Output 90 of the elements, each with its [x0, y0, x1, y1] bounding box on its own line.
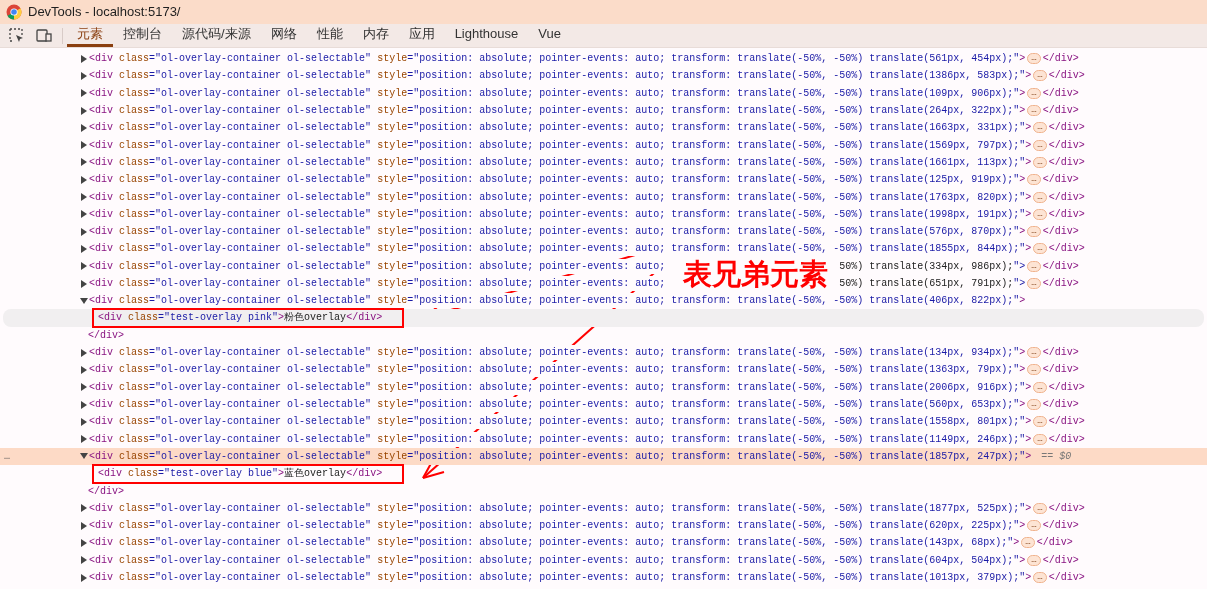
inspect-element-icon[interactable] [9, 28, 24, 43]
collapsed-content-badge[interactable]: … [1033, 502, 1047, 514]
panel-tab[interactable]: 性能 [306, 24, 353, 47]
collapsed-content-badge[interactable]: … [1033, 208, 1047, 220]
annotation-label: 表兄弟元素 [683, 259, 828, 289]
collapsed-content-badge[interactable]: … [1033, 381, 1047, 393]
collapsed-content-badge[interactable]: … [1033, 433, 1047, 445]
element-tag[interactable]: <div class="ol-overlay-container ol-selectable" style="position: absolute; pointer-events: auto; transform: translate(-50%, -50%) translate(604px, 504px);"> [89, 552, 1026, 568]
browser-logo-icon [6, 4, 22, 20]
element-tag[interactable]: <div class="ol-overlay-container ol-selectable" style="position: absolute; pointer-events: auto; transform: translate(-50%, -50%) translate(1149px, 246px);"> [89, 431, 1032, 447]
collapsed-content-badge[interactable]: … [1033, 156, 1047, 168]
element-tag[interactable]: <div class="ol-overlay-container ol-selectable" style="position: absolute; pointer-events: auto; transform: translate(-50%, -50%) translate(1855px, 844px);"> [89, 241, 1032, 257]
collapsed-content-badge[interactable]: … [1033, 139, 1047, 151]
expand-triangle-icon[interactable] [80, 538, 88, 547]
collapsed-content-badge[interactable]: … [1027, 347, 1041, 359]
device-toolbar-icon[interactable] [36, 28, 52, 43]
element-tag[interactable]: 50%) translate(651px, 791px);"> [839, 276, 1026, 291]
collapsed-content-badge[interactable]: … [1027, 226, 1041, 238]
expand-triangle-icon[interactable] [80, 210, 88, 219]
element-tag[interactable]: <div class="ol-overlay-container ol-selectable" style="position: absolute; pointer-events: auto; transform: translate(-50%, -50%) translate(1857px, 247px);"> [89, 448, 1032, 464]
element-tag[interactable]: <div class="ol-overlay-container ol-selectable" style="position: absolute; pointer-events: auto; transform: translate(-50%, -50%) translate(2006px, 916px);"> [89, 379, 1032, 395]
expand-triangle-icon[interactable] [80, 141, 88, 150]
element-tag[interactable]: <div class="test-overlay blue">蓝色overlay</div> [92, 463, 405, 484]
panel-tab[interactable]: 应用 [398, 24, 445, 47]
element-tag[interactable]: <div class="ol-overlay-container ol-selectable" style="position: absolute; pointer-events: auto; transform: translate(-50%, -50%) translate(134px, 934px);"> [89, 345, 1026, 361]
panel-tab[interactable]: 内存 [352, 24, 399, 47]
element-tag[interactable]: <div class="ol-overlay-container ol-selectable" style="position: absolute; pointer-events: auto; transform: translate(-50%, -50%) translate(1569px, 797px);"> [89, 137, 1032, 153]
expand-triangle-icon[interactable] [80, 435, 88, 444]
element-tag[interactable]: <div class="ol-overlay-container ol-selectable" style="position: absolute; pointer-events: auto; [89, 258, 666, 274]
expand-triangle-icon[interactable] [80, 123, 88, 132]
element-tag[interactable]: <div class="ol-overlay-container ol-selectable" style="position: absolute; pointer-events: auto; transform: translate(-50%, -50%) translate(1363px, 79px);"> [89, 362, 1026, 378]
element-tag[interactable]: <div class="ol-overlay-container ol-selectable" style="position: absolute; pointer-events: auto; transform: translate(-50%, -50%) translate(560px, 653px);"> [89, 397, 1026, 413]
collapsed-content-badge[interactable]: … [1033, 416, 1047, 428]
more-options-icon[interactable]: … [4, 448, 10, 464]
expand-triangle-icon[interactable] [80, 89, 88, 98]
panel-tab[interactable]: Vue [528, 24, 571, 47]
panel-tab[interactable]: Lighthouse [444, 24, 529, 47]
expand-triangle-icon[interactable] [80, 556, 88, 565]
collapsed-content-badge[interactable]: … [1027, 364, 1041, 376]
expand-triangle-icon[interactable] [80, 504, 88, 513]
collapse-triangle-icon[interactable] [80, 296, 88, 305]
collapsed-content-badge[interactable]: … [1027, 554, 1041, 566]
collapsed-content-badge[interactable]: … [1033, 191, 1047, 203]
collapsed-content-badge[interactable]: … [1033, 122, 1047, 134]
collapsed-content-badge[interactable]: … [1033, 70, 1047, 82]
panel-tab[interactable]: 网络 [260, 24, 307, 47]
element-tag[interactable]: <div class="ol-overlay-container ol-selectable" style="position: absolute; pointer-events: auto; transform: translate(-50%, -50%) translate(1877px, 525px);"> [89, 500, 1032, 516]
expand-triangle-icon[interactable] [80, 366, 88, 374]
selected-node-marker: == $0 [1041, 449, 1072, 464]
collapsed-content-badge[interactable]: … [1027, 260, 1041, 272]
expand-triangle-icon[interactable] [80, 383, 88, 392]
expand-triangle-icon[interactable] [80, 71, 88, 80]
panel-tab[interactable]: 控制台 [113, 24, 172, 47]
collapsed-content-badge[interactable]: … [1027, 399, 1041, 411]
element-tag[interactable]: <div class="ol-overlay-container ol-selectable" style="position: absolute; pointer-events: auto; transform: translate(-50%, -50%) translate(109px, 906px);"> [89, 85, 1026, 101]
panel-tab[interactable]: 元素 [67, 24, 113, 47]
element-tag[interactable]: <div class="ol-overlay-container ol-selectable" style="position: absolute; pointer-events: auto; transform: translate(-50%, -50%) translate(1763px, 820px);"> [89, 189, 1032, 205]
expand-triangle-icon[interactable] [80, 417, 88, 426]
element-tag[interactable]: 50%) translate(334px, 986px);"> [839, 258, 1026, 274]
expand-triangle-icon[interactable] [80, 175, 88, 184]
expand-triangle-icon[interactable] [80, 193, 88, 201]
expand-triangle-icon[interactable] [80, 262, 88, 271]
element-tag[interactable]: <div class="ol-overlay-container ol-selectable" style="position: absolute; pointer-events: auto; transform: translate(-50%, -50%) translate(1998px, 191px);"> [89, 206, 1032, 222]
element-tag[interactable]: <div class="ol-overlay-container ol-selectable" style="position: absolute; pointer-events: auto; [89, 276, 666, 291]
expand-triangle-icon[interactable] [80, 227, 88, 236]
element-tag[interactable]: <div class="ol-overlay-container ol-selectable" style="position: absolute; pointer-events: auto; transform: translate(-50%, -50%) translate(1661px, 113px);"> [89, 154, 1032, 170]
collapse-triangle-icon[interactable] [80, 452, 88, 461]
expand-triangle-icon[interactable] [80, 158, 88, 167]
collapsed-content-badge[interactable]: … [1027, 105, 1041, 117]
expand-triangle-icon[interactable] [80, 54, 88, 63]
expand-triangle-icon[interactable] [80, 348, 88, 357]
collapsed-content-badge[interactable]: … [1027, 53, 1041, 65]
element-tag[interactable]: <div class="ol-overlay-container ol-selectable" style="position: absolute; pointer-events: auto; transform: translate(-50%, -50%) translate(406px, 822px);"> [89, 293, 1026, 309]
collapsed-content-badge[interactable]: … [1033, 572, 1047, 584]
window-title: DevTools - localhost:5173/ [28, 3, 181, 22]
element-tag[interactable]: <div class="test-overlay pink">粉色overlay</div> [92, 308, 405, 329]
expand-triangle-icon[interactable] [80, 279, 88, 288]
expand-triangle-icon[interactable] [80, 573, 88, 582]
element-tag[interactable]: <div class="ol-overlay-container ol-selectable" style="position: absolute; pointer-events: auto; transform: translate(-50%, -50%) translate(1558px, 801px);"> [89, 414, 1032, 430]
expand-triangle-icon[interactable] [80, 106, 88, 115]
collapsed-content-badge[interactable]: … [1027, 520, 1041, 532]
collapsed-content-badge[interactable]: … [1021, 537, 1035, 549]
collapsed-content-badge[interactable]: … [1027, 278, 1041, 289]
expand-triangle-icon[interactable] [80, 521, 88, 530]
collapsed-content-badge[interactable]: … [1027, 87, 1041, 99]
collapsed-content-badge[interactable]: … [1027, 174, 1041, 186]
collapsed-content-badge[interactable]: … [1033, 243, 1047, 255]
expand-triangle-icon[interactable] [80, 244, 88, 253]
expand-triangle-icon[interactable] [80, 400, 88, 409]
panel-tab[interactable]: 源代码/来源 [172, 24, 261, 47]
